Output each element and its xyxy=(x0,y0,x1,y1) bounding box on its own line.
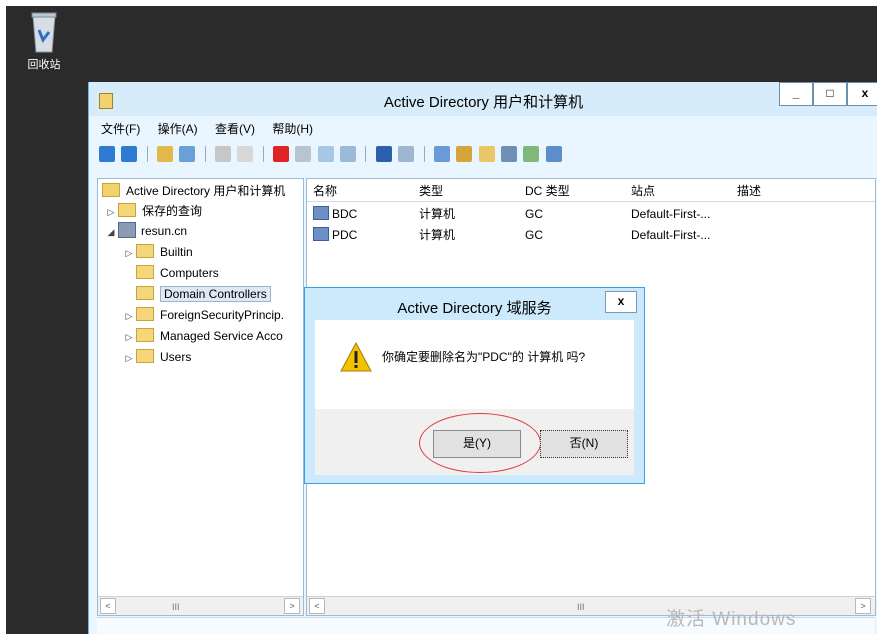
tree-horizontal-scrollbar[interactable]: < III > xyxy=(98,596,303,615)
menu-file[interactable]: 文件(F) xyxy=(101,118,140,140)
forward-arrow-icon[interactable] xyxy=(121,146,138,162)
expand-icon[interactable]: ▷ xyxy=(122,327,136,347)
row-name: BDC xyxy=(332,207,358,221)
cut-icon[interactable] xyxy=(215,146,232,162)
delete-icon[interactable] xyxy=(273,146,290,162)
help-icon[interactable] xyxy=(375,146,392,162)
row-type: 计算机 xyxy=(419,207,456,221)
dialog-message: 你确定要删除名为"PDC"的 计算机 吗? xyxy=(382,350,586,364)
column-header-dc-type[interactable]: DC 类型 xyxy=(525,181,570,201)
confirm-delete-dialog: Active Directory 域服务 x 你确定要删除名为"PDC"的 计算… xyxy=(304,287,645,484)
scroll-right-button[interactable]: > xyxy=(855,598,871,614)
toolbar xyxy=(99,144,869,166)
up-folder-icon[interactable] xyxy=(157,146,174,162)
scroll-left-button[interactable]: < xyxy=(309,598,325,614)
ou-folder-icon xyxy=(136,286,154,300)
expand-icon[interactable]: ▷ xyxy=(104,202,118,222)
expand-icon[interactable]: ▷ xyxy=(122,306,136,326)
row-site: Default-First-... xyxy=(631,207,711,221)
tree-item-saved-queries[interactable]: ▷ 保存的查询 xyxy=(104,201,202,221)
new-user-icon[interactable] xyxy=(433,146,450,162)
warning-icon xyxy=(340,342,372,372)
tree-item-managed-service[interactable]: ▷ Managed Service Acco xyxy=(122,326,283,346)
tree-root[interactable]: Active Directory 用户和计算机 xyxy=(102,181,285,201)
folder-icon xyxy=(136,307,154,321)
filter-icon[interactable] xyxy=(500,146,517,162)
new-ou-icon[interactable] xyxy=(478,146,495,162)
tree-item-foreign-security[interactable]: ▷ ForeignSecurityPrincip. xyxy=(122,305,284,325)
folder-icon xyxy=(136,265,154,279)
yes-button[interactable]: 是(Y) xyxy=(433,430,521,458)
maximize-button[interactable]: □ xyxy=(813,82,847,106)
column-header-site[interactable]: 站点 xyxy=(631,181,655,201)
refresh-icon[interactable] xyxy=(317,146,334,162)
column-header-description[interactable]: 描述 xyxy=(737,181,761,201)
window-title: Active Directory 用户和计算机 xyxy=(383,94,584,111)
dialog-footer: 是(Y) 否(N) xyxy=(315,409,634,475)
menu-view[interactable]: 查看(V) xyxy=(215,118,255,140)
scroll-right-button[interactable]: > xyxy=(284,598,300,614)
menu-bar: 文件(F) 操作(A) 查看(V) 帮助(H) xyxy=(89,118,877,140)
close-button[interactable]: x xyxy=(847,82,877,106)
dialog-title: Active Directory 域服务 xyxy=(397,300,552,317)
tree-item-domain-controllers[interactable]: Domain Controllers xyxy=(136,284,271,304)
activation-watermark: 激活 Windows xyxy=(666,609,797,630)
window-titlebar[interactable]: Active Directory 用户和计算机 _ □ x xyxy=(89,82,877,116)
export-icon[interactable] xyxy=(340,146,357,162)
folder-icon xyxy=(118,203,136,217)
column-header-type[interactable]: 类型 xyxy=(419,181,443,201)
folder-icon xyxy=(136,349,154,363)
new-group-icon[interactable] xyxy=(456,146,473,162)
expand-icon[interactable]: ▷ xyxy=(122,348,136,368)
folder-icon xyxy=(136,328,154,342)
add-to-group-icon[interactable] xyxy=(545,146,562,162)
menu-action[interactable]: 操作(A) xyxy=(158,118,198,140)
computer-icon xyxy=(313,206,329,220)
row-name: PDC xyxy=(332,228,358,242)
back-arrow-icon[interactable] xyxy=(99,146,115,162)
properties-icon[interactable] xyxy=(295,146,312,162)
dialog-close-button[interactable]: x xyxy=(605,291,637,313)
tree-item-users[interactable]: ▷ Users xyxy=(122,347,191,367)
scroll-thumb[interactable]: III xyxy=(577,602,585,612)
tree-item-builtin[interactable]: ▷ Builtin xyxy=(122,242,193,262)
dialog-body: 你确定要删除名为"PDC"的 计算机 吗? xyxy=(315,320,634,409)
computer-icon xyxy=(313,227,329,241)
toolbar-separator xyxy=(423,146,425,162)
recycle-bin-icon xyxy=(31,12,57,53)
menu-help[interactable]: 帮助(H) xyxy=(272,118,313,140)
row-dc-type: GC xyxy=(525,207,543,221)
copy-icon[interactable] xyxy=(237,146,254,162)
toolbar-separator xyxy=(262,146,264,162)
toolbar-separator xyxy=(204,146,206,162)
view-icon[interactable] xyxy=(398,146,415,162)
row-dc-type: GC xyxy=(525,228,543,242)
tree-item-computers[interactable]: Computers xyxy=(136,263,219,283)
row-type: 计算机 xyxy=(419,228,456,242)
collapse-icon[interactable]: ◢ xyxy=(104,222,118,242)
no-button[interactable]: 否(N) xyxy=(540,430,628,458)
scroll-thumb[interactable]: III xyxy=(172,602,180,612)
row-site: Default-First-... xyxy=(631,228,711,242)
minimize-button[interactable]: _ xyxy=(779,82,813,106)
show-tree-icon[interactable] xyxy=(179,146,196,162)
recycle-bin[interactable]: 回收站 xyxy=(24,10,64,72)
scroll-left-button[interactable]: < xyxy=(100,598,116,614)
header-divider xyxy=(307,201,875,202)
tree-pane: Active Directory 用户和计算机 ▷ 保存的查询 ◢ resun.cn… xyxy=(97,178,304,616)
find-icon[interactable] xyxy=(523,146,540,162)
column-header-name[interactable]: 名称 xyxy=(313,181,337,201)
tree-item-domain[interactable]: ◢ resun.cn xyxy=(104,221,187,241)
recycle-bin-label: 回收站 xyxy=(27,59,61,71)
folder-icon xyxy=(136,244,154,258)
snapin-icon xyxy=(102,183,120,197)
toolbar-separator xyxy=(365,146,367,162)
expand-icon[interactable]: ▷ xyxy=(122,243,136,263)
toolbar-separator xyxy=(146,146,148,162)
domain-icon xyxy=(118,222,136,238)
